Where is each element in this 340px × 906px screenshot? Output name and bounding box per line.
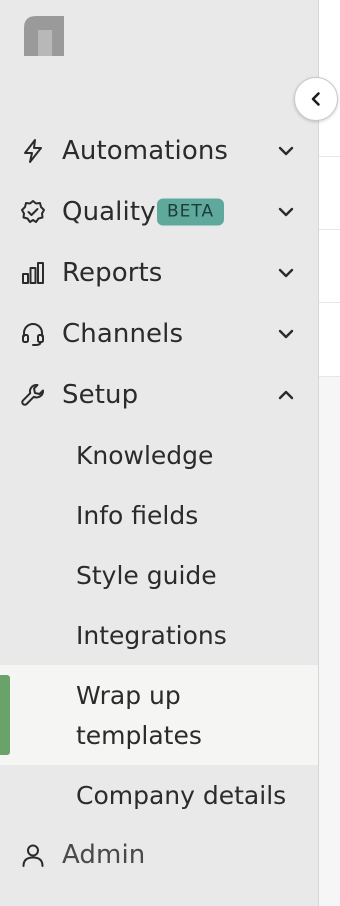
sidebar-item-label: Knowledge [76, 441, 214, 470]
sidebar-item-label: Company details [76, 781, 287, 810]
active-indicator [0, 675, 10, 755]
sidebar-item-wrap-up-templates[interactable]: Wrap up templates [0, 665, 318, 765]
nav-item-admin[interactable]: Admin [0, 826, 318, 884]
user-icon [20, 842, 46, 868]
headset-icon [20, 321, 46, 347]
sidebar-item-style-guide[interactable]: Style guide [0, 556, 318, 596]
badge-check-icon [20, 199, 46, 225]
lightning-icon [20, 138, 46, 164]
nav-item-reports[interactable]: Reports [0, 244, 318, 302]
chevron-up-icon[interactable] [274, 383, 298, 407]
beta-badge: BETA [157, 198, 225, 226]
row-divider [319, 302, 340, 303]
content-panel [319, 376, 340, 906]
chevron-down-icon[interactable] [274, 322, 298, 346]
bar-chart-icon [20, 260, 46, 286]
sidebar-item-integrations[interactable]: Integrations [0, 616, 318, 656]
nav-item-label: Setup [62, 380, 139, 410]
sidebar-item-knowledge[interactable]: Knowledge [0, 436, 318, 476]
nav-item-setup[interactable]: Setup [0, 366, 318, 424]
chevron-down-icon[interactable] [274, 261, 298, 285]
nav-item-label: Admin [62, 840, 146, 870]
sidebar: Automations Quality BETA Reports Channel… [0, 0, 319, 906]
wrench-icon [20, 382, 46, 408]
sidebar-item-label-line1: Wrap up [76, 681, 181, 710]
nav-item-quality[interactable]: Quality BETA [0, 183, 318, 241]
sidebar-item-info-fields[interactable]: Info fields [0, 496, 318, 536]
chevron-down-icon[interactable] [274, 139, 298, 163]
chevron-down-icon[interactable] [274, 200, 298, 224]
row-divider [319, 229, 340, 230]
chevron-left-icon [306, 89, 326, 109]
brand-logo[interactable] [24, 16, 64, 56]
sidebar-item-label: Style guide [76, 561, 217, 590]
app-window: Automations Quality BETA Reports Channel… [0, 0, 340, 906]
sidebar-item-label: Integrations [76, 621, 227, 650]
nav-item-automations[interactable]: Automations [0, 122, 318, 180]
nav-item-label: Reports [62, 258, 163, 288]
nav-item-label: Quality [62, 197, 156, 227]
nav-item-label: Automations [62, 136, 229, 166]
nav-item-channels[interactable]: Channels [0, 305, 318, 363]
sidebar-item-company-details[interactable]: Company details [0, 776, 318, 816]
sidebar-item-label-line2: templates [76, 721, 202, 750]
row-divider [319, 156, 340, 157]
collapse-sidebar-button[interactable] [294, 77, 338, 121]
nav-item-label: Channels [62, 319, 184, 349]
sidebar-item-label: Info fields [76, 501, 199, 530]
main-content-edge [319, 0, 340, 906]
